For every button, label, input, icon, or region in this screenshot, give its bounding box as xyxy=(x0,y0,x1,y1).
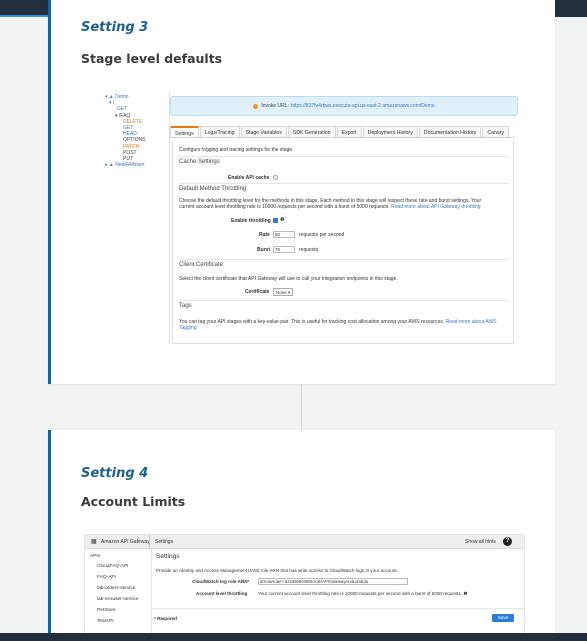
bottom-bar xyxy=(0,633,587,641)
sidebar-item[interactable]: TestAPI xyxy=(97,619,114,624)
setting-number-label: Setting 3 xyxy=(81,20,149,35)
resource-tree: ▾ ▲ Demo ▾ / GET ▾ /FAQ DELETE GET HEAD OPTIONS… xyxy=(89,88,167,344)
certificate-heading: Client Certificate xyxy=(179,262,224,268)
service-name: Amazon API Gateway xyxy=(101,539,150,545)
role-arn-label: CloudWatch log role ARN* xyxy=(192,579,250,584)
tree-item[interactable]: ▸ ▲ NewFAAnum xyxy=(89,162,167,168)
console-header: ▦ Amazon API Gateway Settings Show all h… xyxy=(85,535,524,549)
header-settings-link[interactable]: Settings xyxy=(155,539,173,545)
info-icon: ❶ xyxy=(280,217,285,223)
enable-throttling-label: Enable throttling xyxy=(231,218,271,224)
info-dot-icon xyxy=(253,103,259,109)
sidebar-item[interactable]: lab-orders-service xyxy=(97,586,135,591)
tab-export[interactable]: Export xyxy=(336,126,362,137)
certificate-label: Certificate xyxy=(245,289,270,295)
tagging-docs-link[interactable]: Read more about AWS xyxy=(446,319,497,325)
tags-text: You can tag your API stages with a key-v… xyxy=(179,319,445,325)
tab-stage-variables[interactable]: Stage Variables xyxy=(240,126,287,137)
tab-canary[interactable]: Canary xyxy=(482,126,510,137)
account-throttling-text: Your current account level throttling ra… xyxy=(258,591,468,596)
setting-title: Account Limits xyxy=(81,494,186,509)
tab-sdk-generation[interactable]: SDK Generation xyxy=(287,126,336,137)
tab-documentation-history[interactable]: Documentation History xyxy=(418,126,482,137)
certificate-select[interactable]: None ▾ xyxy=(273,288,294,296)
timeline-connector xyxy=(301,384,302,430)
rate-input[interactable]: 50 xyxy=(273,231,295,238)
enable-cache-checkbox[interactable] xyxy=(273,175,278,180)
stage-settings-screenshot: ▾ ▲ Demo ▾ / GET ▾ /FAQ DELETE GET HEAD OPTIONS… xyxy=(89,88,521,344)
cache-heading: Cache Settings xyxy=(179,159,220,165)
intro-text: Provide an Identity and Access Managemen… xyxy=(156,568,398,573)
tagging-docs-link-2[interactable]: Tagging xyxy=(179,325,197,331)
show-hints-button[interactable]: Show all hints xyxy=(465,539,496,545)
help-icon[interactable]: ? xyxy=(503,537,512,546)
account-throttling-label: Account level throttling xyxy=(196,591,248,596)
stage-editor: Invoke URL: https://837fv4rbws.execute-a… xyxy=(169,92,519,344)
required-note: * Required xyxy=(154,616,177,621)
settings-panel: Configure logging and tracing settings f… xyxy=(172,140,514,344)
save-button[interactable]: Save xyxy=(492,614,514,622)
account-settings-screenshot: ▦ Amazon API Gateway Settings Show all h… xyxy=(84,534,525,633)
enable-throttling-checkbox[interactable] xyxy=(273,218,278,223)
invoke-url-link[interactable]: https://837fv4rbws.execute-api.us-east-2… xyxy=(291,103,435,109)
tab-logs-tracing[interactable]: Logs/Tracing xyxy=(199,126,240,137)
rate-unit: requests per second xyxy=(299,232,345,238)
burst-input[interactable]: 75 xyxy=(273,246,295,253)
role-arn-input[interactable]: arn:aws:iam::623456803085:role/APIGatewa… xyxy=(258,578,408,585)
sidebar-item[interactable]: lab-ecsuser-service xyxy=(97,597,139,602)
rate-label: Rate xyxy=(259,232,270,238)
setting-card-3: Setting 3 Stage level defaults ▾ ▲ Demo ▾… xyxy=(48,0,555,384)
sidebar-heading: APIs xyxy=(90,554,101,559)
burst-unit: requests xyxy=(299,247,319,253)
tags-heading: Tags xyxy=(179,303,192,309)
tab-settings[interactable]: Settings xyxy=(170,126,199,137)
sidebar-item[interactable]: CloudFAQ-API xyxy=(97,564,128,569)
certificate-text: Select the client certificate that API G… xyxy=(179,276,398,282)
intro-text: Configure logging and tracing settings f… xyxy=(179,147,294,153)
throttle-text-line2: current account level throttling rate is… xyxy=(179,204,390,210)
invoke-url-banner: Invoke URL: https://837fv4rbws.execute-a… xyxy=(170,96,518,116)
setting-card-4: Setting 4 Account Limits ▦ Amazon API Ga… xyxy=(48,430,555,633)
page-title: Settings xyxy=(156,553,180,560)
setting-title: Stage level defaults xyxy=(81,51,223,66)
invoke-url-label: Invoke URL: xyxy=(261,103,289,109)
sidebar-item[interactable]: PetStore xyxy=(97,608,116,613)
throttle-heading: Default Method Throttling xyxy=(179,186,247,192)
tab-deployment-history[interactable]: Deployment History xyxy=(362,126,418,137)
account-settings-panel: Settings Provide an Identity and Access … xyxy=(151,549,524,633)
setting-number-label: Setting 4 xyxy=(81,466,149,481)
stage-tabs: Settings Logs/Tracing Stage Variables SDK G… xyxy=(170,126,514,138)
enable-cache-label: Enable API cache xyxy=(228,175,270,181)
apps-grid-icon: ▦ xyxy=(91,539,97,545)
throttling-docs-link[interactable]: Read more about API Gateway throttling xyxy=(391,204,481,210)
sidebar-item[interactable]: FAQ-API xyxy=(97,575,116,580)
burst-label: Burst xyxy=(257,247,271,253)
api-sidebar: APIs CloudFAQ-API FAQ-API lab-orders-servi… xyxy=(85,549,149,633)
